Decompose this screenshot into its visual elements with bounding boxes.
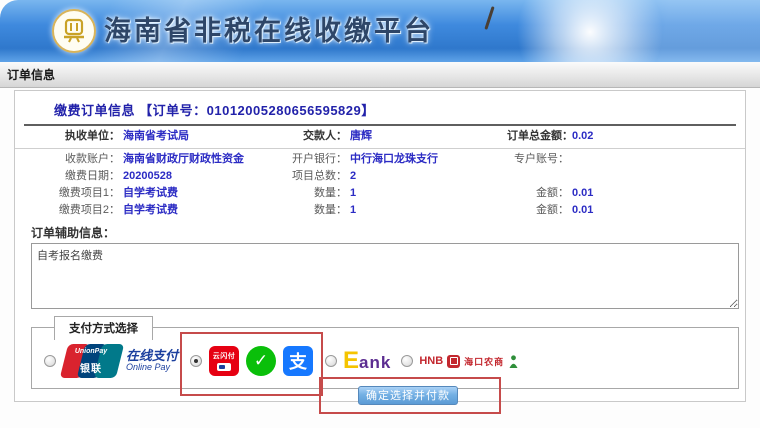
- site-header: 海南省非税在线收缴平台: [0, 0, 760, 62]
- unionpay-logo-icon[interactable]: UnionPay 银联: [62, 344, 120, 378]
- total-amount-label: 订单总金额：: [507, 130, 569, 143]
- option-unionpay[interactable]: UnionPay 银联 在线支付 Online Pay: [44, 344, 178, 378]
- bank-value: 中行海口龙珠支行: [347, 153, 438, 166]
- radio-hnb[interactable]: [401, 355, 413, 367]
- special-account-label: 专户账号：: [507, 153, 569, 166]
- payer-label: 交款人：: [281, 130, 347, 143]
- unit-label: 执收单位：: [15, 130, 120, 143]
- receiving-account-label: 收款账户：: [15, 153, 120, 166]
- hnb-seal-icon: [447, 355, 460, 368]
- order-row-main: 执收单位：海南省考试局 交款人：唐辉 订单总金额：0.02: [15, 128, 745, 149]
- option-hnb[interactable]: HNB 海口农商: [401, 355, 519, 368]
- wechat-pay-icon[interactable]: ✓: [246, 346, 276, 376]
- item2-amount-label: 金额：: [507, 204, 569, 217]
- platform-emblem-icon: [52, 9, 96, 53]
- hnb-mascot-icon: [508, 355, 519, 368]
- order-info-bar-label: 订单信息: [7, 68, 55, 82]
- bank-label: 开户银行：: [281, 153, 347, 166]
- payment-platform-screen: 海南省非税在线收缴平台 订单信息 缴费订单信息 【订单号：01012005280…: [0, 0, 760, 428]
- item2-value: 自学考试费: [120, 204, 178, 217]
- radio-ebank[interactable]: [325, 355, 337, 367]
- order-detail-rows: 执收单位：海南省考试局 交款人：唐辉 订单总金额：0.02 收款账户：海南省财政…: [15, 128, 745, 219]
- light-flare: [490, 0, 690, 62]
- site-title: 海南省非税在线收缴平台: [104, 0, 434, 62]
- unionpay-brand-cn-text: 银联: [62, 360, 120, 375]
- special-account-value: [569, 153, 572, 166]
- item1-qty-label: 数量：: [281, 187, 347, 200]
- aux-info-label: 订单辅助信息：: [31, 224, 745, 241]
- item2-qty-value: 1: [347, 204, 356, 217]
- unionpay-online-pay-cn: 在线支付: [126, 349, 178, 363]
- alipay-icon[interactable]: 支: [283, 346, 313, 376]
- payer-value: 唐辉: [347, 130, 372, 143]
- section-title-text: 缴费订单信息: [54, 103, 135, 118]
- order-section-title: 缴费订单信息 【订单号：01012005280656595829】: [24, 91, 736, 126]
- order-number: 【订单号：01012005280656595829】: [139, 103, 375, 118]
- yunshanfu-icon[interactable]: 云闪付: [209, 346, 239, 376]
- item1-amount-label: 金额：: [507, 187, 569, 200]
- pay-date-label: 缴费日期：: [15, 170, 120, 183]
- pay-date-value: 20200528: [120, 170, 172, 183]
- payment-method-tab: 支付方式选择: [54, 316, 153, 340]
- item1-qty-value: 1: [347, 187, 356, 200]
- order-info-bar: 订单信息: [0, 62, 760, 88]
- radio-mobile-pay[interactable]: [190, 355, 202, 367]
- item1-label: 缴费项目1：: [15, 187, 120, 200]
- radio-unionpay[interactable]: [44, 355, 56, 367]
- unionpay-online-pay-en: Online Pay: [126, 363, 178, 373]
- receiving-account-value: 海南省财政厅财政性资金: [120, 153, 244, 166]
- order-row-item2: 缴费项目2：自学考试费 数量：1 金额：0.01: [15, 202, 745, 219]
- hnb-abbr-text: HNB: [419, 355, 443, 367]
- unit-value: 海南省考试局: [120, 130, 189, 143]
- order-row-item1: 缴费项目1：自学考试费 数量：1 金额：0.01: [15, 185, 745, 202]
- option-mobile-pay[interactable]: 云闪付 ✓ 支: [188, 346, 315, 376]
- hnb-logo-icon[interactable]: HNB 海口农商: [419, 355, 519, 368]
- hnb-bank-name: 海口农商: [464, 355, 504, 368]
- payment-method-box: 支付方式选择 UnionPay 银联 在线支付 Online Pay: [31, 327, 739, 389]
- confirm-pay-button[interactable]: 确定选择并付款: [358, 386, 458, 405]
- item-count-label: 项目总数：: [281, 170, 347, 183]
- item1-amount-value: 0.01: [569, 187, 593, 200]
- unionpay-brand-text: UnionPay: [62, 348, 120, 355]
- order-row-account: 收款账户：海南省财政厅财政性资金 开户银行：中行海口龙珠支行 专户账号：: [15, 151, 745, 168]
- item2-qty-label: 数量：: [281, 204, 347, 217]
- order-row-date: 缴费日期：20200528 项目总数：2: [15, 168, 745, 185]
- item2-amount-value: 0.01: [569, 204, 593, 217]
- order-panel: 缴费订单信息 【订单号：01012005280656595829】 执收单位：海…: [14, 90, 746, 402]
- item1-value: 自学考试费: [120, 187, 178, 200]
- total-amount-value: 0.02: [569, 130, 593, 143]
- option-ebank[interactable]: E ank: [325, 347, 391, 375]
- ebank-logo-icon[interactable]: E ank: [343, 347, 391, 375]
- aux-info-textarea[interactable]: 自考报名缴费: [31, 243, 739, 309]
- item2-label: 缴费项目2：: [15, 204, 120, 217]
- item-count-value: 2: [347, 170, 356, 183]
